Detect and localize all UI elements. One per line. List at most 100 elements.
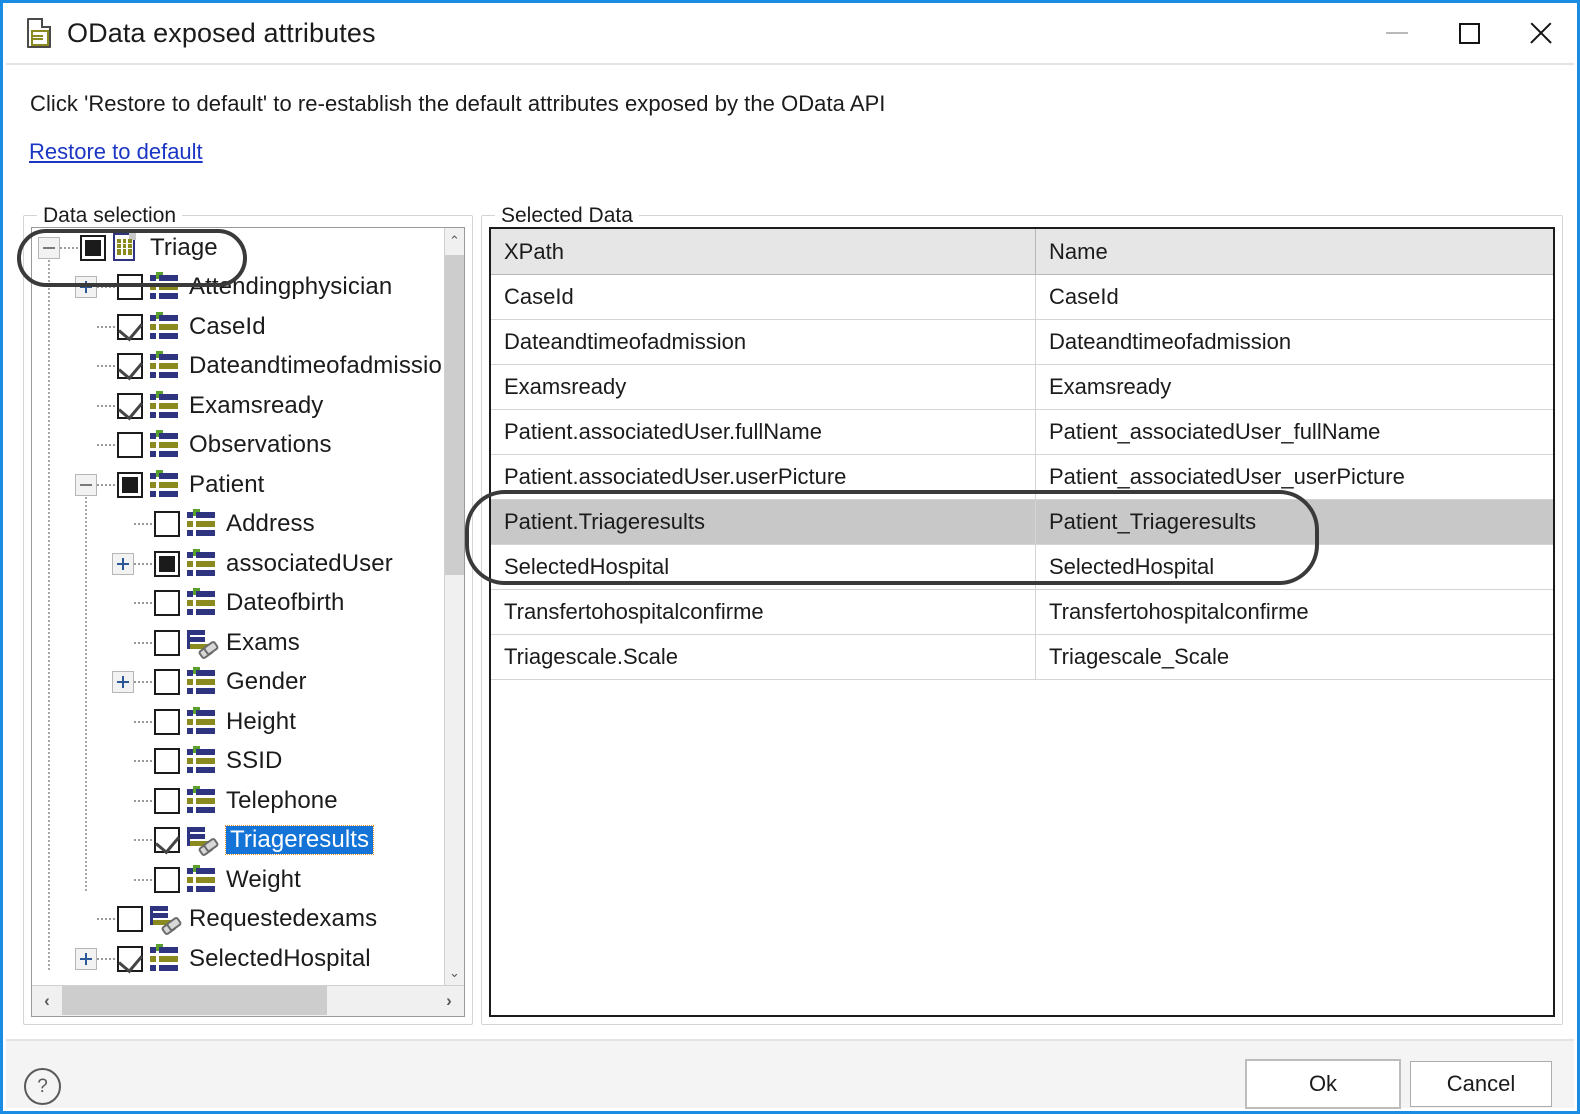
tree-item-label[interactable]: Patient	[189, 471, 264, 498]
table-row[interactable]: Dateandtimeofadmission Dateandtimeofadmis…	[491, 320, 1553, 365]
ok-button[interactable]: Ok	[1247, 1061, 1399, 1107]
tree-item-checkbox[interactable]	[117, 432, 143, 459]
tree-item-checkbox[interactable]	[154, 866, 180, 893]
expand-icon[interactable]	[75, 947, 97, 970]
tree-item-checkbox[interactable]	[154, 550, 180, 577]
tree-item-checkbox[interactable]	[154, 748, 180, 775]
tree-item-checkbox[interactable]	[117, 353, 143, 380]
tree-item[interactable]: Attendingphysician	[32, 268, 445, 308]
tree-item-checkbox[interactable]	[154, 511, 180, 538]
expand-icon[interactable]	[112, 671, 134, 694]
cell-name: Dateandtimeofadmission	[1049, 329, 1292, 354]
tree-item[interactable]: Triage	[32, 228, 445, 268]
tree-item[interactable]: Examsready	[32, 386, 445, 426]
help-icon[interactable]: ?	[24, 1068, 61, 1105]
table-row[interactable]: Triagescale.Scale Triagescale_Scale	[491, 635, 1553, 680]
tree-item-label[interactable]: SSID	[226, 748, 282, 774]
tree-item[interactable]: Dateofbirth	[32, 584, 445, 624]
tree-item-checkbox[interactable]	[117, 392, 143, 419]
tree-item-checkbox[interactable]	[154, 787, 180, 814]
tree-item-checkbox[interactable]	[154, 708, 180, 735]
tree-horizontal-scrollbar[interactable]: ‹ ›	[32, 985, 464, 1016]
tree-item[interactable]: Weight	[32, 860, 445, 900]
minimize-button[interactable]	[1361, 3, 1433, 63]
tree-item-label[interactable]: Attendingphysician	[189, 274, 392, 300]
tree-item-checkbox[interactable]	[80, 234, 106, 261]
tree-item-checkbox[interactable]	[117, 313, 143, 340]
expand-icon[interactable]	[75, 276, 97, 299]
table-row[interactable]: Patient.associatedUser.userPicture Patien…	[491, 455, 1553, 500]
cell-name: Examsready	[1049, 374, 1172, 399]
table-row[interactable]: CaseId CaseId	[491, 275, 1553, 320]
scroll-left-icon[interactable]: ‹	[32, 986, 62, 1015]
tree-item[interactable]: SelectedHospital	[32, 939, 445, 979]
scroll-right-icon[interactable]: ›	[434, 986, 464, 1015]
tree-item-label[interactable]: Gender	[226, 669, 307, 695]
tree-item[interactable]: SSID	[32, 742, 445, 782]
tree-item[interactable]: Exams	[32, 623, 445, 663]
scroll-up-icon[interactable]: ⌃	[445, 228, 464, 254]
tree-item-label[interactable]: Observations	[189, 432, 332, 458]
tree-item-label[interactable]: Telephone	[226, 787, 338, 814]
tree-item[interactable]: Telephone	[32, 781, 445, 821]
cancel-button[interactable]: Cancel	[1410, 1061, 1552, 1107]
tree-item-label[interactable]: Exams	[226, 629, 300, 656]
tree-item[interactable]: Patient	[32, 465, 445, 505]
column-header-xpath[interactable]: XPath	[491, 229, 1036, 274]
attribute-tree[interactable]: Triage Attendingphysician CaseId Dateandtim…	[31, 227, 465, 1017]
tree-item[interactable]: associatedUser	[32, 544, 445, 584]
tree-vscroll-thumb[interactable]	[445, 255, 464, 575]
tree-item-checkbox[interactable]	[117, 945, 143, 972]
tree-item-label[interactable]: Weight	[226, 866, 301, 893]
tree-item-checkbox[interactable]	[117, 471, 143, 498]
maximize-icon	[1458, 22, 1480, 44]
tree-item-checkbox[interactable]	[154, 629, 180, 656]
table-row[interactable]: Patient.associatedUser.fullName Patient_a…	[491, 410, 1553, 455]
restore-to-default-link[interactable]: Restore to default	[29, 139, 203, 165]
table-row[interactable]: Transfertohospitalconfirme Transfertohosp…	[491, 590, 1553, 635]
tree-item-label[interactable]: Dateandtimeofadmissio	[189, 353, 442, 379]
scroll-down-icon[interactable]: ⌄	[445, 960, 464, 986]
cell-xpath: Triagescale.Scale	[491, 635, 1036, 679]
table-row[interactable]: Examsready Examsready	[491, 365, 1553, 410]
window-title: OData exposed attributes	[67, 17, 376, 48]
tree-item[interactable]: Height	[32, 702, 445, 742]
tree-item[interactable]: Gender	[32, 663, 445, 703]
collapse-icon[interactable]	[38, 236, 60, 259]
tree-item-label[interactable]: Dateofbirth	[226, 590, 345, 616]
attribute-list-icon	[186, 509, 216, 537]
expand-icon[interactable]	[112, 552, 134, 575]
tree-item-label[interactable]: Examsready	[189, 392, 323, 419]
tree-item-label[interactable]: associatedUser	[226, 550, 393, 577]
tree-item-label[interactable]: Triage	[150, 234, 218, 261]
tree-item-checkbox[interactable]	[154, 669, 180, 696]
tree-item[interactable]: CaseId	[32, 307, 445, 347]
tree-item-label[interactable]: Address	[226, 511, 315, 537]
maximize-button[interactable]	[1433, 3, 1505, 63]
column-header-name[interactable]: Name	[1036, 229, 1553, 274]
tree-item[interactable]: Triageresults	[32, 821, 445, 861]
tree-item-label[interactable]: SelectedHospital	[189, 945, 371, 972]
tree-hscroll-thumb[interactable]	[62, 986, 327, 1015]
tree-item-label[interactable]: Height	[226, 708, 296, 735]
tree-item[interactable]: Observations	[32, 426, 445, 466]
table-row[interactable]: SelectedHospital SelectedHospital	[491, 545, 1553, 590]
tree-item[interactable]: Requestedexams	[32, 900, 445, 940]
selected-data-table[interactable]: XPath Name CaseId CaseId Dateandtimeofadmi…	[489, 227, 1555, 1017]
tree-item-label[interactable]: Requestedexams	[189, 906, 377, 932]
tree-item-label[interactable]: CaseId	[189, 313, 266, 340]
tree-item-label[interactable]: Triageresults	[224, 825, 375, 856]
table-header-row: XPath Name	[491, 229, 1553, 275]
tree-item[interactable]: Address	[32, 505, 445, 545]
tree-item-checkbox[interactable]	[154, 590, 180, 617]
table-row[interactable]: Patient.Triageresults Patient_Triageresul…	[491, 500, 1553, 545]
close-button[interactable]	[1505, 3, 1577, 63]
cell-name: Transfertohospitalconfirme	[1049, 599, 1309, 624]
tree-item-checkbox[interactable]	[117, 274, 143, 301]
cell-name: Triagescale_Scale	[1049, 644, 1230, 669]
tree-item-checkbox[interactable]	[117, 906, 143, 933]
tree-item[interactable]: Dateandtimeofadmissio	[32, 347, 445, 387]
tree-vertical-scrollbar[interactable]: ⌃ ⌄	[444, 228, 464, 986]
tree-item-checkbox[interactable]	[154, 827, 180, 854]
collapse-icon[interactable]	[75, 473, 97, 496]
